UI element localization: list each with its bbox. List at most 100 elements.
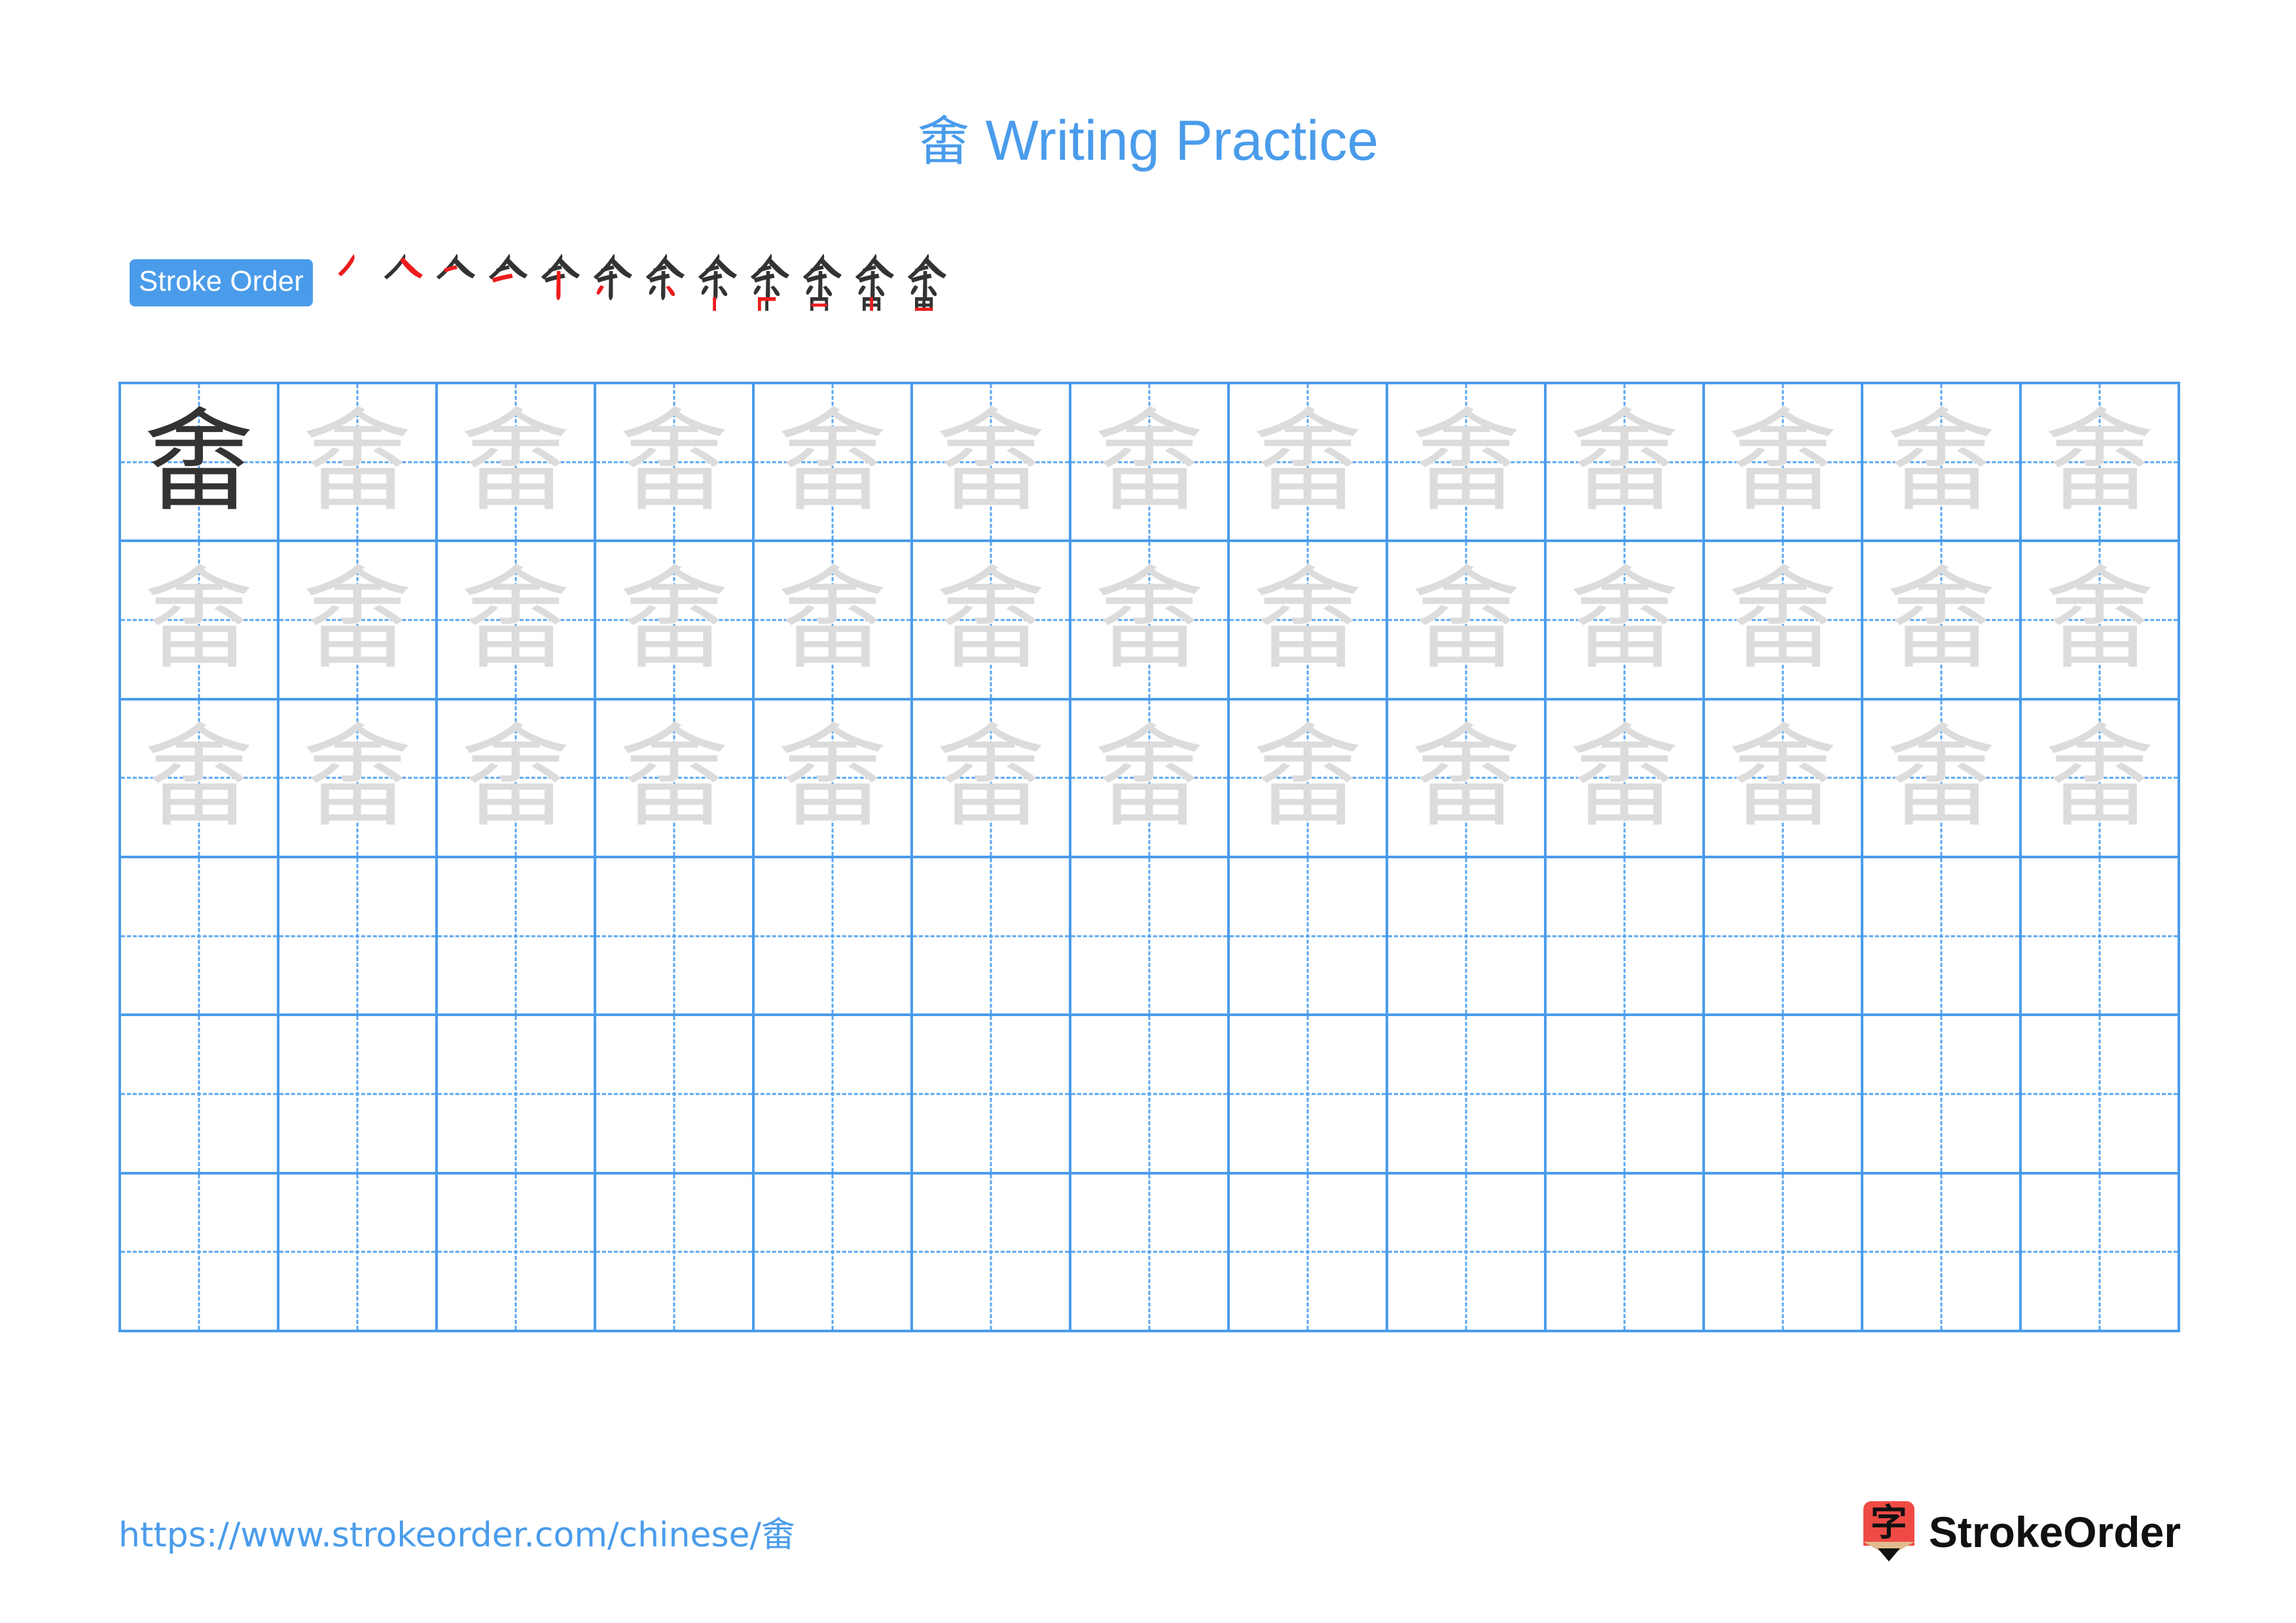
practice-cell[interactable] (279, 1174, 438, 1332)
practice-cell[interactable] (1071, 1174, 1230, 1332)
practice-cell[interactable] (438, 1016, 596, 1175)
practice-cell[interactable]: 畬 (1547, 542, 1705, 701)
practice-cell[interactable] (1863, 1174, 2022, 1332)
footer-url-text: https://www.strokeorder.com/chinese/畬 (118, 1516, 796, 1555)
practice-cell[interactable]: 畬 (1388, 542, 1547, 701)
practice-cell[interactable]: 畬 (1388, 700, 1547, 858)
practice-cell[interactable]: 畬 (1863, 384, 2022, 543)
brand-logo[interactable]: 字 StrokeOrder (1863, 1501, 2181, 1563)
practice-cell[interactable] (438, 1174, 596, 1332)
trace-character: 畬 (1094, 714, 1204, 843)
practice-cell[interactable] (1071, 1016, 1230, 1175)
trace-character: 畬 (302, 397, 412, 526)
practice-cell[interactable]: 畬 (2022, 542, 2180, 701)
trace-character: 畬 (1411, 555, 1521, 684)
practice-cell[interactable] (2022, 858, 2180, 1017)
practice-cell[interactable]: 畬 (596, 700, 755, 858)
practice-cell[interactable]: 畬 (1547, 384, 1705, 543)
practice-cell[interactable] (755, 858, 913, 1017)
practice-cell[interactable] (1863, 858, 2022, 1017)
practice-cell[interactable] (279, 1016, 438, 1175)
practice-cell[interactable]: 畬 (279, 700, 438, 858)
practice-cell[interactable]: 畬 (438, 384, 596, 543)
practice-cell[interactable]: 畬 (1705, 700, 1863, 858)
practice-cell[interactable]: 畬 (913, 542, 1071, 701)
trace-character: 畬 (144, 555, 254, 684)
practice-cell[interactable]: 畬 (755, 384, 913, 543)
practice-cell[interactable] (596, 858, 755, 1017)
practice-cell[interactable] (596, 1016, 755, 1175)
practice-cell[interactable] (1388, 858, 1547, 1017)
practice-cell[interactable]: 畬 (1071, 542, 1230, 701)
practice-cell[interactable]: 畬 (438, 700, 596, 858)
stroke-step-6 (585, 250, 637, 316)
practice-cell[interactable] (1388, 1174, 1547, 1332)
practice-cell[interactable]: 畬 (913, 700, 1071, 858)
practice-cell[interactable] (1230, 858, 1388, 1017)
practice-cell[interactable] (755, 1016, 913, 1175)
practice-cell[interactable]: 畬 (279, 384, 438, 543)
practice-cell[interactable] (121, 1016, 279, 1175)
practice-cell[interactable]: 畬 (1071, 384, 1230, 543)
practice-cell[interactable] (279, 858, 438, 1017)
practice-cell[interactable] (1230, 1174, 1388, 1332)
trace-character: 畬 (936, 555, 1046, 684)
trace-character: 畬 (2045, 397, 2155, 526)
stroke-step-12 (899, 250, 952, 316)
practice-cell[interactable] (1388, 1016, 1547, 1175)
stroke-step-7 (637, 250, 690, 316)
pencil-icon: 字 (1863, 1501, 1914, 1563)
footer-url[interactable]: https://www.strokeorder.com/chinese/畬 (118, 1512, 795, 1558)
practice-cell[interactable] (913, 858, 1071, 1017)
trace-character: 畬 (936, 397, 1046, 526)
practice-cell[interactable] (755, 1174, 913, 1332)
practice-cell[interactable]: 畬 (596, 542, 755, 701)
practice-cell[interactable] (2022, 1016, 2180, 1175)
trace-character: 畬 (461, 397, 571, 526)
practice-cell[interactable]: 畬 (1705, 542, 1863, 701)
practice-cell[interactable] (438, 858, 596, 1017)
practice-cell[interactable] (596, 1174, 755, 1332)
practice-cell[interactable] (913, 1174, 1071, 1332)
practice-cell[interactable]: 畬 (1388, 384, 1547, 543)
page-title: 畬 Writing Practice (0, 105, 2296, 178)
practice-cell[interactable] (1071, 858, 1230, 1017)
practice-cell[interactable]: 畬 (913, 384, 1071, 543)
practice-cell[interactable] (121, 858, 279, 1017)
practice-cell[interactable]: 畬 (1230, 700, 1388, 858)
practice-cell[interactable]: 畬 (755, 700, 913, 858)
practice-cell[interactable] (1705, 858, 1863, 1017)
practice-cell[interactable] (1547, 1016, 1705, 1175)
practice-cell[interactable] (1705, 1016, 1863, 1175)
practice-cell[interactable] (1547, 858, 1705, 1017)
practice-cell[interactable]: 畬 (596, 384, 755, 543)
practice-cell[interactable] (1230, 1016, 1388, 1175)
practice-cell[interactable]: 畬 (438, 542, 596, 701)
practice-cell[interactable]: 畬 (1230, 384, 1388, 543)
trace-character: 畬 (1094, 397, 1204, 526)
page-title-suffix: Writing Practice (969, 109, 1379, 172)
practice-cell[interactable] (913, 1016, 1071, 1175)
practice-cell[interactable]: 畬 (2022, 700, 2180, 858)
trace-character: 畬 (144, 714, 254, 843)
practice-cell[interactable]: 畬 (1705, 384, 1863, 543)
practice-cell[interactable]: 畬 (1863, 700, 2022, 858)
practice-cell[interactable] (1863, 1016, 2022, 1175)
practice-cell[interactable]: 畬 (2022, 384, 2180, 543)
practice-cell[interactable]: 畬 (121, 542, 279, 701)
trace-character: 畬 (1253, 397, 1363, 526)
practice-cell[interactable]: 畬 (1863, 542, 2022, 701)
practice-cell[interactable] (2022, 1174, 2180, 1332)
practice-cell[interactable]: 畬 (121, 384, 279, 543)
trace-character: 畬 (461, 555, 571, 684)
practice-cell[interactable]: 畬 (1071, 700, 1230, 858)
practice-cell[interactable]: 畬 (121, 700, 279, 858)
practice-cell[interactable]: 畬 (1547, 700, 1705, 858)
practice-cell[interactable] (121, 1174, 279, 1332)
practice-cell[interactable] (1547, 1174, 1705, 1332)
practice-cell[interactable]: 畬 (1230, 542, 1388, 701)
trace-character: 畬 (1094, 555, 1204, 684)
practice-cell[interactable] (1705, 1174, 1863, 1332)
practice-cell[interactable]: 畬 (755, 542, 913, 701)
practice-cell[interactable]: 畬 (279, 542, 438, 701)
